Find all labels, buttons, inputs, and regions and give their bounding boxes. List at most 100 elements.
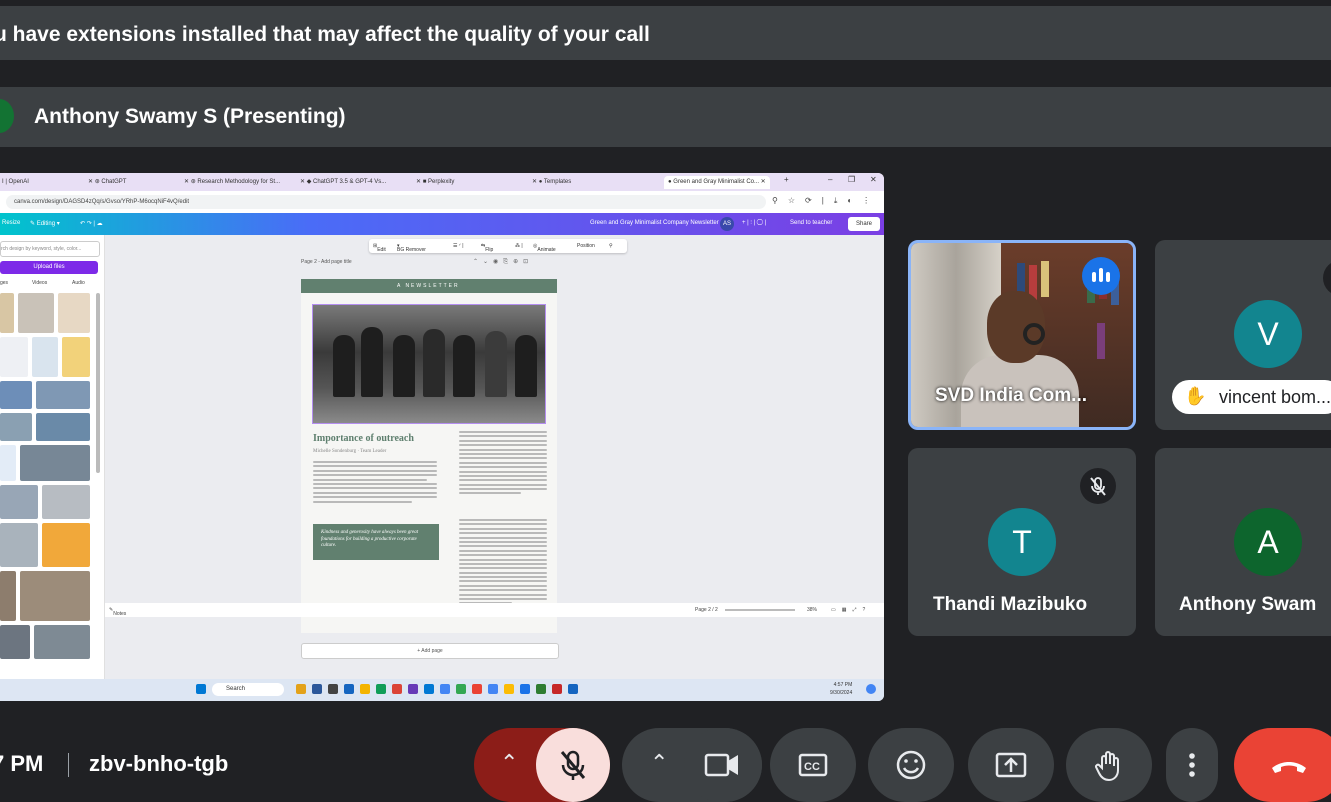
upload-files-button: Upload files (0, 261, 98, 274)
taskbar-clock: 4:57 PM 9/30/2024 (830, 682, 853, 696)
pull-quote: Kindness and generosity have always been… (313, 524, 439, 560)
add-page-button: + Add page (301, 643, 559, 659)
app-icon (504, 684, 514, 694)
mic-off-icon (560, 750, 586, 780)
raise-hand-icon (1095, 751, 1119, 782)
app-icon (408, 684, 418, 694)
chevron-up-icon[interactable]: ⌃ (650, 750, 668, 776)
avatar: V (1234, 300, 1302, 368)
close-icon: ✕ (870, 175, 877, 184)
participant-tile-svd-india[interactable]: SVD India Com... (908, 240, 1136, 430)
thumbnail (0, 445, 16, 481)
thumbnail (0, 485, 38, 519)
article-heading: Importance of outreach (313, 433, 414, 444)
mic-control-group: ⌃ (474, 728, 610, 802)
meeting-code: zbv-bnho-tgb (89, 751, 229, 776)
raise-hand-icon: ✋ (1184, 386, 1207, 406)
audio-tab: Audio (72, 280, 85, 286)
photo-figure (485, 331, 507, 397)
thumbnail (0, 625, 30, 659)
present-button[interactable] (968, 728, 1054, 802)
format-painter-icon: ⚲ (609, 243, 613, 249)
headset-icon (1023, 323, 1045, 345)
meeting-time: 7 PM (0, 751, 44, 776)
raise-hand-button[interactable] (1066, 728, 1152, 802)
end-call-button[interactable] (1234, 728, 1331, 802)
article-body-text (313, 461, 437, 505)
browser-toolbar-icons: ⚲☆⟳|⤓◐⋮ (772, 196, 881, 205)
zoom-slider (725, 609, 795, 611)
browser-tab: ✕ ⊛ ChatGPT (88, 179, 127, 185)
captions-icon: CC (798, 753, 828, 777)
mic-off-icon (1090, 477, 1106, 496)
canva-toolbar: Resize ✎ Editing ▾ ↶ ↷ | ☁ Green and Gra… (0, 213, 884, 235)
app-icon (552, 684, 562, 694)
edit-image-button: ⊞ Edit (373, 243, 386, 253)
more-icon (1189, 753, 1195, 777)
article-byline: Michelle Sondenburg · Team Leader (313, 449, 387, 454)
camera-control-group: ⌃ (622, 728, 762, 802)
more-options-button[interactable] (1166, 728, 1218, 802)
thumbnail (20, 445, 90, 481)
emoji-button[interactable] (868, 728, 954, 802)
thumbnail (42, 523, 90, 567)
thumbnail (18, 293, 54, 333)
participant-tile-thandi[interactable]: T Thandi Mazibuko (908, 448, 1136, 636)
transparency-icon: ⁂ | (515, 243, 523, 249)
browser-tab: ✕ ● Templates (532, 179, 572, 185)
app-icon (376, 684, 386, 694)
minimize-icon: – (828, 175, 833, 184)
app-icon (392, 684, 402, 694)
thumbnail (62, 337, 90, 377)
thumbnail (58, 293, 90, 333)
mic-toggle-button[interactable] (536, 728, 610, 802)
camera-toggle-button[interactable] (684, 728, 762, 802)
app-icon (296, 684, 306, 694)
chevron-up-icon[interactable]: ⌃ (500, 750, 518, 776)
participant-tile-anthony[interactable]: A Anthony Swam (1155, 448, 1331, 636)
extensions-warning-banner: u have extensions installed that may aff… (0, 6, 1331, 60)
zoom-level: 38% (807, 607, 818, 613)
browser-tab-active: ● Green and Gray Minimalist Co... ✕ (664, 176, 770, 189)
new-tab-icon: + (784, 175, 789, 184)
browser-tab: I | OpenAI (2, 179, 29, 185)
app-icon (360, 684, 370, 694)
thumbnail (0, 293, 14, 333)
column-text (459, 519, 547, 607)
divider (68, 753, 69, 777)
image-context-toolbar: ⊞ Edit BG Remover ▾ ☰ ◜ | ⇆ Flip ⁂ | ◎ A… (369, 239, 627, 253)
photo-figure (393, 335, 415, 397)
thumbnail (0, 337, 28, 377)
app-icon (344, 684, 354, 694)
app-icon (568, 684, 578, 694)
app-icon (472, 684, 482, 694)
thumbnail (42, 485, 90, 519)
send-to-teacher-button: Send to teacher (790, 220, 833, 226)
canva-icons: + | ⫶ | ◯ | (742, 220, 767, 226)
page-header-text: A NEWSLETTER (397, 283, 460, 289)
editing-button: ✎ Editing ▾ (30, 221, 60, 227)
app-icon (456, 684, 466, 694)
restore-icon: ❐ (848, 175, 856, 184)
banner-text: u have extensions installed that may aff… (0, 23, 650, 46)
crop-icon: ☰ ◜ | (453, 243, 464, 249)
participant-name: Thandi Mazibuko (933, 594, 1088, 615)
flip-button: ⇆ Flip (481, 243, 494, 253)
captions-button[interactable]: CC (770, 728, 856, 802)
thumbnail (32, 337, 58, 377)
canva-footer: ✎ Notes Page 2 / 2 38% ▭▦⤢? (105, 603, 884, 617)
avatar: A (1234, 508, 1302, 576)
app-icon (328, 684, 338, 694)
end-call-icon (1272, 762, 1306, 773)
photo-figure (515, 335, 537, 397)
page-indicator: Page 2 / 2 (695, 607, 718, 613)
participant-name: vincent bom... (1219, 387, 1331, 407)
view-icons: ▭▦⤢? (831, 607, 872, 613)
url-field: canva.com/design/DAGSD4zQq/s/Gvso/YRhP-M… (6, 195, 766, 209)
participant-menu-icon[interactable] (1323, 260, 1331, 296)
page-title-label: Page 2 - Add page title (301, 259, 352, 265)
app-icon (488, 684, 498, 694)
presenter-bar: Anthony Swamy S (Presenting) (0, 87, 1331, 147)
document-title: Green and Gray Minimalist Company Newsle… (590, 220, 719, 226)
avatar: T (988, 508, 1056, 576)
